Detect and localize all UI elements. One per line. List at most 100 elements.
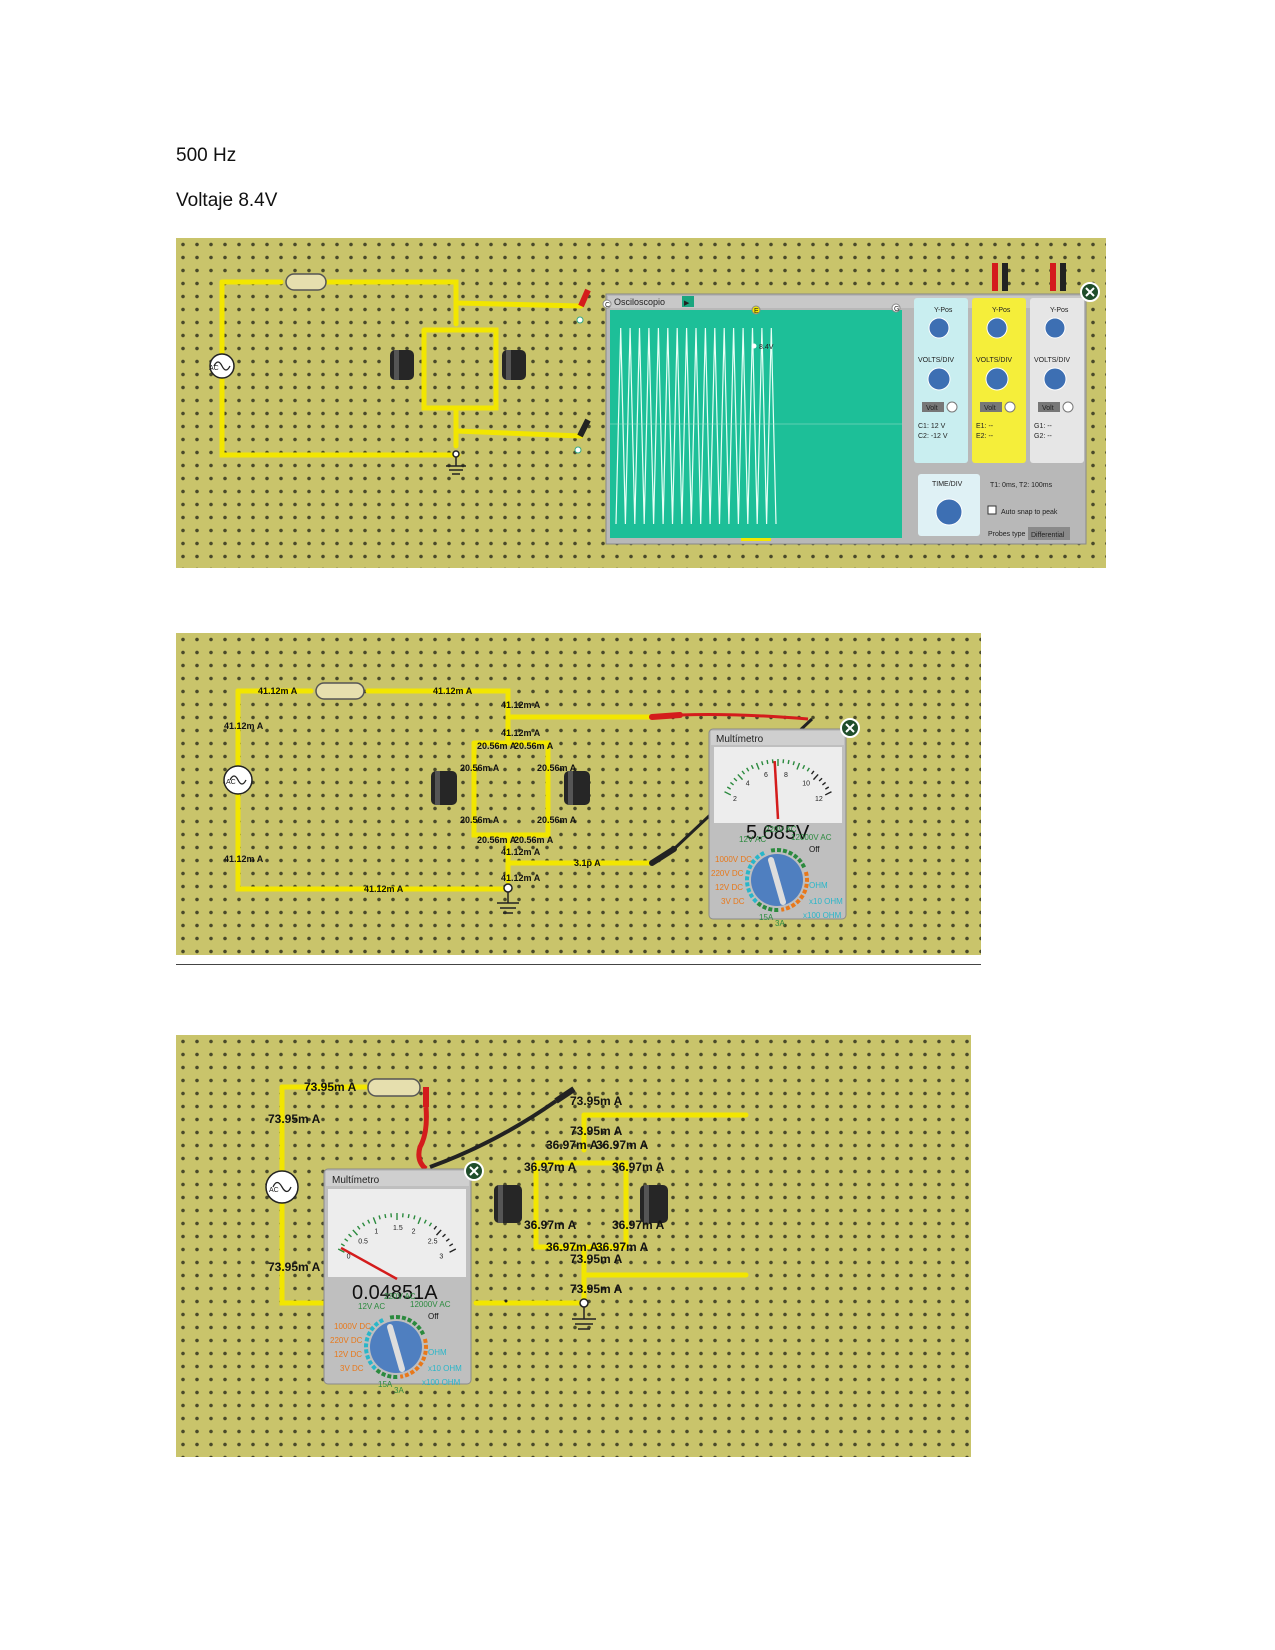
multimeter-title: Multímetro bbox=[332, 1175, 380, 1186]
probe-black[interactable] bbox=[429, 1086, 576, 1169]
probe-pair-e[interactable] bbox=[992, 263, 1008, 291]
trace-label: 8.4V bbox=[759, 344, 774, 351]
resistor[interactable] bbox=[315, 682, 365, 700]
wire bbox=[235, 790, 511, 892]
close-icon[interactable] bbox=[1080, 282, 1100, 302]
heading-voltage: Voltaje 8.4V bbox=[176, 190, 278, 211]
ypos-knob[interactable] bbox=[1044, 317, 1066, 339]
range-label[interactable]: 12000V AC bbox=[410, 1300, 451, 1309]
current-label: 73.95m A bbox=[570, 1282, 623, 1296]
wire bbox=[421, 327, 499, 411]
time-div-knob[interactable] bbox=[935, 498, 963, 526]
range-label[interactable]: 3A bbox=[775, 919, 785, 928]
circuit-board-oscilloscope: AC Osciloscopio ▶ C E G 8.4V Y-Pos VOLTS… bbox=[176, 238, 1106, 568]
scale-label: 10 bbox=[802, 781, 810, 788]
channel-panel-g[interactable]: Y-Pos VOLTS/DIV Volt G1: -- G2: -- bbox=[1030, 298, 1084, 463]
current-label: 20.56m A bbox=[537, 815, 577, 825]
current-label: 73.95m A bbox=[268, 1260, 321, 1274]
range-label[interactable]: 220V DC bbox=[711, 869, 744, 878]
range-label[interactable]: 12V AC bbox=[358, 1302, 385, 1311]
current-label: 20.56m A bbox=[460, 815, 500, 825]
current-label: 3.1p A bbox=[574, 858, 601, 868]
current-label: 20.56m A bbox=[537, 763, 577, 773]
range-label[interactable]: 3V DC bbox=[340, 1364, 364, 1373]
time-div-label: TIME/DIV bbox=[932, 481, 963, 488]
auto-snap-checkbox[interactable] bbox=[987, 505, 997, 515]
range-label[interactable]: Off bbox=[428, 1312, 439, 1321]
range-label[interactable]: Off bbox=[809, 845, 820, 854]
oscilloscope[interactable]: Osciloscopio ▶ C E G 8.4V Y-Pos VOLTS/DI… bbox=[602, 282, 1100, 545]
close-icon[interactable] bbox=[840, 718, 860, 738]
range-label[interactable]: 15A bbox=[759, 913, 774, 922]
range-label[interactable]: 220V DC bbox=[330, 1336, 363, 1345]
ac-source-label: AC bbox=[226, 779, 236, 786]
volts-div-knob[interactable] bbox=[985, 367, 1009, 391]
resistor[interactable] bbox=[367, 1078, 421, 1097]
probes-type-value: Differential bbox=[1031, 532, 1065, 539]
range-label[interactable]: OHM bbox=[428, 1348, 447, 1357]
time-div-panel[interactable]: TIME/DIV bbox=[918, 474, 980, 536]
range-label[interactable]: x10 OHM bbox=[809, 897, 843, 906]
range-label[interactable]: 1000V DC bbox=[334, 1322, 371, 1331]
probe-red[interactable] bbox=[416, 1087, 429, 1171]
probe-red[interactable] bbox=[649, 712, 809, 721]
scale-label: 4 bbox=[746, 781, 750, 788]
capacitor[interactable] bbox=[431, 771, 457, 805]
range-label[interactable]: 1000V DC bbox=[715, 855, 752, 864]
capacitor[interactable] bbox=[502, 350, 526, 380]
wire bbox=[533, 1160, 629, 1250]
scale-label: 12 bbox=[815, 796, 823, 803]
multimeter-display bbox=[328, 1189, 466, 1277]
range-label[interactable]: 3A bbox=[394, 1386, 404, 1395]
ac-source[interactable]: AC bbox=[265, 1170, 299, 1204]
current-label: 20.56m A bbox=[514, 741, 554, 751]
ypos-knob[interactable] bbox=[928, 317, 950, 339]
range-label[interactable]: OHM bbox=[809, 881, 828, 890]
channel-panel-c[interactable]: Y-Pos VOLTS/DIV Volt C1: 12 V C2: -12 V bbox=[914, 298, 968, 463]
range-label[interactable]: x10 OHM bbox=[428, 1364, 462, 1373]
scale-label: 1 bbox=[374, 1228, 378, 1235]
oscilloscope-title: Osciloscopio bbox=[614, 297, 665, 307]
volt-button-label: Volt bbox=[984, 405, 996, 412]
ypos-label: Y-Pos bbox=[992, 307, 1011, 314]
ac-source[interactable]: AC bbox=[223, 765, 253, 795]
channel-panel-e[interactable]: Y-Pos VOLTS/DIV Volt E1: -- E2: -- bbox=[972, 298, 1026, 463]
probe-gauge-icon bbox=[946, 401, 958, 413]
volts-div-label: VOLTS/DIV bbox=[976, 357, 1012, 364]
ypos-label: Y-Pos bbox=[1050, 307, 1069, 314]
scale-tick bbox=[407, 1213, 410, 1219]
trace-marker bbox=[751, 343, 757, 349]
capacitor[interactable] bbox=[494, 1185, 522, 1223]
range-label[interactable]: 12V DC bbox=[715, 883, 743, 892]
range-label[interactable]: x100 OHM bbox=[422, 1378, 461, 1387]
range-label[interactable]: 12000V AC bbox=[791, 833, 832, 842]
multimeter[interactable]: Multímetro 00.51 1.5 22.53 0.04851A 12V AC… bbox=[323, 1168, 472, 1395]
scale-tick bbox=[766, 759, 769, 765]
wire bbox=[453, 428, 584, 439]
current-label: 20.56m A bbox=[477, 835, 517, 845]
circuit-voltmeter-svg: AC 41.12m A 41.12m A 41.12m A 41.12m A 4… bbox=[223, 682, 860, 928]
wire bbox=[279, 1194, 327, 1306]
volt-button-label: Volt bbox=[926, 405, 938, 412]
capacitor[interactable] bbox=[564, 771, 590, 805]
ypos-knob[interactable] bbox=[986, 317, 1008, 339]
probes-type-label: Probes type bbox=[988, 531, 1025, 538]
capacitor[interactable] bbox=[390, 350, 414, 380]
resistor[interactable] bbox=[285, 273, 327, 291]
ac-source-label: AC bbox=[209, 365, 219, 372]
volts-div-knob[interactable] bbox=[927, 367, 951, 391]
probe-pair-g[interactable] bbox=[1050, 263, 1066, 291]
range-label[interactable]: 3V DC bbox=[721, 897, 745, 906]
probe-gauge-icon bbox=[1062, 401, 1074, 413]
volts-div-knob[interactable] bbox=[1043, 367, 1067, 391]
channel-reading-1: G1: -- bbox=[1034, 423, 1053, 430]
scale-tick bbox=[787, 759, 790, 765]
range-label[interactable]: 15A bbox=[378, 1380, 393, 1389]
ac-source[interactable]: AC bbox=[209, 353, 235, 379]
scale-label: 8 bbox=[784, 772, 788, 779]
multimeter[interactable]: Multímetro 246 81012 5.685V 12V AC220V AC… bbox=[708, 728, 847, 928]
range-label[interactable]: x100 OHM bbox=[803, 911, 842, 920]
range-label[interactable]: 12V AC bbox=[739, 835, 766, 844]
close-icon[interactable] bbox=[464, 1161, 484, 1181]
range-label[interactable]: 12V DC bbox=[334, 1350, 362, 1359]
